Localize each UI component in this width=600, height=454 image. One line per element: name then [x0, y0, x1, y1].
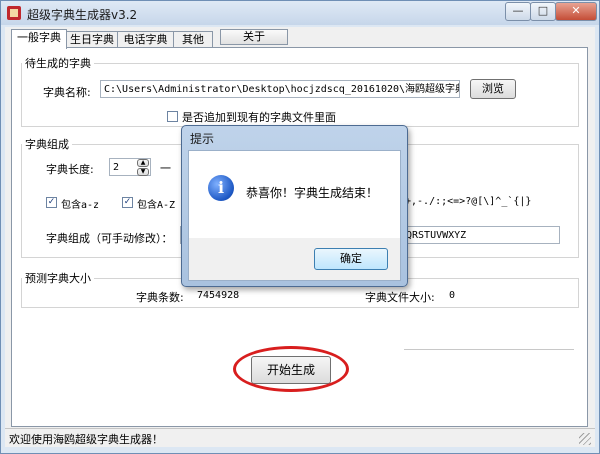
tab-general-dict[interactable]: 一般字典 — [11, 29, 67, 49]
append-label: 是否追加到现有的字典文件里面 — [182, 111, 336, 124]
size-value: 0 — [449, 290, 456, 301]
status-bar: 欢迎使用海鸥超级字典生成器！ — [5, 428, 595, 447]
resize-grip-icon[interactable] — [579, 433, 591, 445]
tab-other[interactable]: 其他 — [173, 31, 213, 48]
tab-about[interactable]: 关于 — [220, 29, 288, 45]
info-icon: i — [208, 175, 234, 201]
browse-button[interactable]: 浏览 — [470, 79, 516, 99]
include-lower-checkbox[interactable]: ✓ — [46, 197, 57, 208]
info-dialog: 提示 i 恭喜你！字典生成结束！ 确定 — [181, 125, 408, 287]
window-title: 超级字典生成器v3.2 — [27, 8, 138, 22]
highlight-ellipse — [233, 346, 349, 392]
compose-title: 字典组成 — [22, 136, 72, 152]
manual-compose-label: 字典组成（可手动修改）： — [46, 232, 173, 245]
dict-length-label: 字典长度: — [46, 163, 94, 176]
ok-button[interactable]: 确定 — [314, 248, 388, 270]
length-up-icon[interactable]: ▲ — [137, 159, 149, 167]
dialog-title: 提示 — [190, 132, 215, 146]
length-down-icon[interactable]: ▼ — [137, 168, 149, 176]
count-label: 字典条数: — [136, 291, 184, 304]
title-bar[interactable]: 超级字典生成器v3.2 — □ ✕ — [1, 1, 599, 25]
pending-dict-title: 待生成的字典 — [22, 55, 94, 71]
maximize-button[interactable]: □ — [530, 2, 556, 21]
include-lower-label: 包含a-z — [61, 200, 100, 211]
count-value: 7454928 — [197, 290, 240, 301]
manual-compose-value: QRSTUVWXYZ — [406, 230, 467, 241]
symbols-label: +,-./:;<=>?@[\]^_`{|} — [405, 196, 532, 207]
length-dash: 一 — [160, 162, 171, 175]
close-button[interactable]: ✕ — [555, 2, 597, 21]
include-upper-label: 包含A-Z — [137, 200, 176, 211]
size-label: 字典文件大小: — [365, 291, 435, 304]
predict-title: 预测字典大小 — [22, 270, 94, 286]
tab-phone-dict[interactable]: 电话字典 — [117, 31, 174, 48]
app-book-icon — [7, 6, 21, 20]
dialog-message: 恭喜你！字典生成结束！ — [246, 186, 379, 200]
dict-name-label: 字典名称: — [43, 86, 91, 99]
include-upper-checkbox[interactable]: ✓ — [122, 197, 133, 208]
minimize-button[interactable]: — — [505, 2, 531, 21]
dict-path-input[interactable]: C:\Users\Administrator\Desktop\hocjzdscq… — [100, 80, 460, 98]
tab-birthday-dict[interactable]: 生日字典 — [66, 31, 118, 48]
divider — [404, 349, 574, 350]
status-text: 欢迎使用海鸥超级字典生成器！ — [9, 433, 163, 446]
append-checkbox[interactable] — [167, 111, 178, 122]
